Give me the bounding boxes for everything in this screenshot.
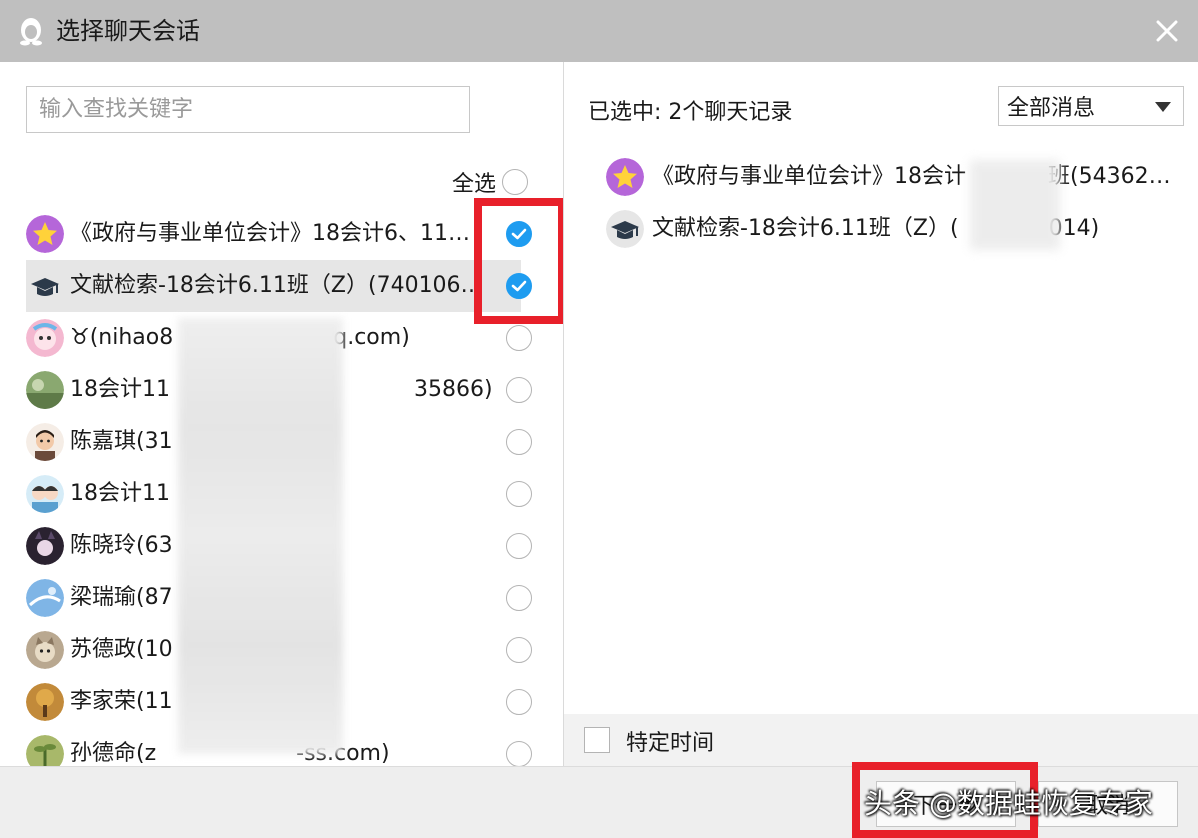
- item-radio[interactable]: [506, 637, 532, 663]
- cartoon-avatar: [26, 319, 64, 357]
- item-radio[interactable]: [506, 481, 532, 507]
- item-radio[interactable]: [506, 533, 532, 559]
- privacy-blur: [178, 318, 343, 754]
- message-filter-value: 全部消息: [1007, 96, 1096, 121]
- couple-avatar: [26, 475, 64, 513]
- select-all[interactable]: 全选: [452, 166, 529, 198]
- item-radio[interactable]: [506, 741, 532, 766]
- selected-item-label: 文献检索-18会计6.11班（Z）(014): [652, 216, 1100, 241]
- specific-time-label: 特定时间: [626, 731, 715, 756]
- qq-penguin-icon: [20, 18, 42, 46]
- star-group-avatar: [26, 215, 64, 253]
- specific-time-checkbox[interactable]: [584, 727, 610, 753]
- select-all-radio[interactable]: [502, 169, 529, 195]
- list-item-label: 《政府与事业单位会计》18会计6、11…: [70, 221, 470, 246]
- list-item-label: 文献检索-18会计6.11班（Z）(740106…: [70, 273, 483, 298]
- item-radio[interactable]: [506, 429, 532, 455]
- highlight-box: [474, 198, 566, 324]
- close-icon: [1156, 20, 1178, 42]
- item-radio[interactable]: [506, 325, 532, 351]
- select-all-label: 全选: [452, 172, 497, 197]
- landscape-avatar: [26, 371, 64, 409]
- sky-avatar: [26, 579, 64, 617]
- star-group-avatar: [606, 158, 644, 196]
- plant-avatar: [26, 735, 64, 766]
- person-avatar: [26, 423, 64, 461]
- selected-panel: 已选中: 2个聊天记录 全部消息 《政府与事业单位会计》18会计 班(54362……: [564, 62, 1198, 714]
- chevron-down-icon: [1155, 102, 1171, 112]
- specific-time-bar: 特定时间: [564, 714, 1198, 766]
- message-filter-select[interactable]: 全部消息: [998, 86, 1184, 126]
- item-radio[interactable]: [506, 689, 532, 715]
- item-radio[interactable]: [506, 377, 532, 403]
- graduation-cap-avatar: [606, 210, 644, 248]
- window-title: 选择聊天会话: [56, 17, 200, 45]
- search-input[interactable]: [26, 86, 470, 133]
- graduation-cap-avatar: [26, 267, 64, 305]
- close-button[interactable]: [1150, 14, 1184, 48]
- selected-count: 已选中: 2个聊天记录: [588, 100, 793, 125]
- tree-avatar: [26, 683, 64, 721]
- item-radio[interactable]: [506, 585, 532, 611]
- selected-item: 《政府与事业单位会计》18会计 班(54362…: [606, 158, 1186, 198]
- selected-item-label: 《政府与事业单位会计》18会计 班(54362…: [652, 164, 1171, 189]
- privacy-blur: [970, 160, 1060, 250]
- cat-avatar: [26, 631, 64, 669]
- title-bar: 选择聊天会话: [0, 0, 1198, 62]
- selected-item: 文献检索-18会计6.11班（Z）(014): [606, 210, 1186, 250]
- watermark: 头条 @数据蛙恢复专家: [864, 787, 1153, 820]
- anime-avatar: [26, 527, 64, 565]
